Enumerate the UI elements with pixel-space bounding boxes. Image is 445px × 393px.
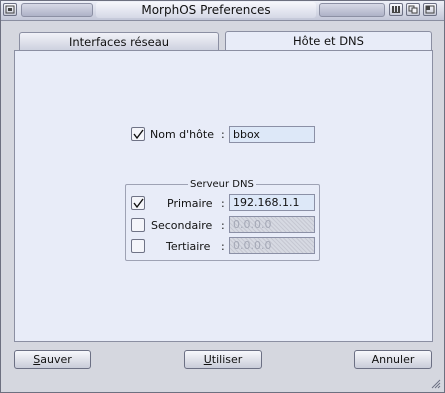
hostname-input[interactable]: bbox xyxy=(229,126,315,143)
dns-group-title: Serveur DNS xyxy=(188,179,256,191)
title-bar[interactable]: MorphOS Preferences xyxy=(1,1,444,21)
depth-button[interactable] xyxy=(406,3,420,16)
title-bar-decoration-right xyxy=(319,3,385,17)
secondary-dns-label: Secondaire xyxy=(151,219,213,232)
use-button[interactable]: Utiliser xyxy=(184,350,262,369)
cancel-button[interactable]: Annuler xyxy=(354,350,432,369)
checkmark-icon xyxy=(133,129,144,140)
tertiary-dns-checkbox[interactable] xyxy=(131,239,145,253)
secondary-dns-checkbox[interactable] xyxy=(131,218,145,232)
hostname-label: Nom d'hôte xyxy=(150,128,214,141)
tab-hote-et-dns[interactable]: Hôte et DNS xyxy=(225,31,432,52)
primary-dns-input[interactable]: 192.168.1.1 xyxy=(229,194,315,211)
title-bar-decoration-left xyxy=(21,3,93,17)
close-icon xyxy=(5,5,15,14)
secondary-dns-colon: : xyxy=(221,219,225,232)
depth-icon xyxy=(408,5,418,14)
tab-interfaces-reseau[interactable]: Interfaces réseau xyxy=(19,32,219,51)
save-label: auver xyxy=(40,353,72,366)
close-button[interactable] xyxy=(3,3,17,16)
primary-dns-colon: : xyxy=(221,197,225,210)
hostname-colon: : xyxy=(221,128,225,141)
resize-grip-icon[interactable] xyxy=(431,379,441,389)
iconify-button[interactable] xyxy=(389,3,403,16)
tertiary-dns-input: 0.0.0.0 xyxy=(229,237,315,254)
secondary-dns-input: 0.0.0.0 xyxy=(229,216,315,233)
primary-dns-label: Primaire xyxy=(167,197,213,210)
window-title: MorphOS Preferences xyxy=(96,2,316,18)
zoom-icon xyxy=(425,5,435,14)
checkmark-icon xyxy=(133,198,144,209)
use-mnemonic: U xyxy=(203,353,212,366)
tertiary-dns-label: Tertiaire xyxy=(166,240,211,253)
use-label: tiliser xyxy=(211,353,243,366)
save-button[interactable]: Sauver xyxy=(14,350,91,369)
hostname-checkbox[interactable] xyxy=(131,127,145,141)
iconify-icon xyxy=(392,6,400,13)
preferences-window: MorphOS Preferences Interfaces réseau Hô xyxy=(0,0,445,393)
zoom-button[interactable] xyxy=(423,3,437,16)
tertiary-dns-colon: : xyxy=(221,240,225,253)
primary-dns-checkbox[interactable] xyxy=(131,196,145,210)
